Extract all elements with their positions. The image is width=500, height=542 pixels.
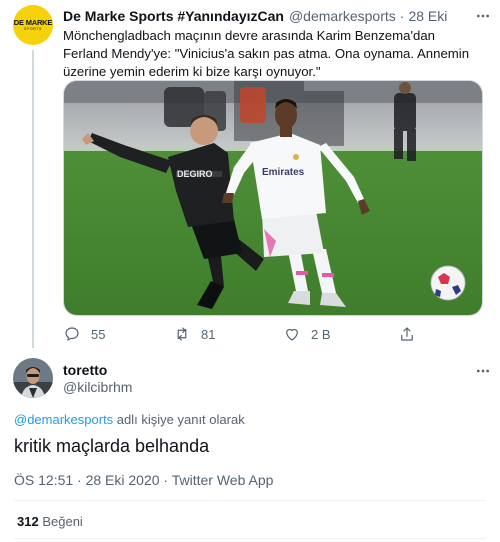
share-button[interactable] bbox=[398, 324, 416, 344]
original-tweet[interactable]: DE MARKE SPORTS De Marke Sports #Yanında… bbox=[0, 0, 500, 352]
like-total: 312 bbox=[17, 514, 39, 529]
avatar[interactable] bbox=[13, 358, 53, 398]
retweet-count: 81 bbox=[201, 326, 216, 342]
more-icon[interactable] bbox=[474, 362, 492, 380]
share-icon bbox=[401, 327, 413, 341]
like-button[interactable]: 2 B bbox=[283, 324, 331, 344]
more-icon[interactable] bbox=[474, 7, 492, 25]
like-count: 2 B bbox=[311, 326, 331, 342]
tweet-header: De Marke Sports #YanındayızCan @demarkes… bbox=[63, 7, 470, 25]
separator: · bbox=[399, 8, 405, 24]
reply-count: 55 bbox=[91, 326, 106, 342]
reply-button[interactable]: 55 bbox=[63, 324, 105, 344]
jersey-sponsor-opponent: DEGIRO bbox=[177, 169, 213, 179]
avatar[interactable]: DE MARKE SPORTS bbox=[13, 5, 53, 45]
timestamp[interactable]: 28 Eki bbox=[408, 8, 447, 24]
display-name[interactable]: toretto bbox=[63, 362, 107, 378]
retweet-icon bbox=[177, 327, 187, 341]
replying-to: @demarkesports adlı kişiye yanıt olarak bbox=[14, 412, 245, 427]
avatar-logo-text: DE MARKE bbox=[13, 17, 53, 27]
football-icon bbox=[430, 265, 466, 301]
avatar-logo-subtext: SPORTS bbox=[24, 26, 42, 31]
replying-to-link[interactable]: @demarkesports bbox=[14, 412, 113, 427]
thread-line bbox=[32, 50, 34, 348]
like-icon bbox=[286, 328, 298, 341]
like-label: Beğeni bbox=[42, 514, 83, 529]
divider bbox=[14, 500, 486, 501]
display-name[interactable]: De Marke Sports #YanındayızCan bbox=[63, 8, 284, 24]
reply-text: kritik maçlarda belhanda bbox=[14, 436, 210, 456]
divider bbox=[14, 538, 486, 539]
tweet-text: Mönchengladbach maçının devre arasında K… bbox=[63, 28, 470, 79]
likes-summary[interactable]: 312 Beğeni bbox=[17, 514, 83, 529]
jersey-sponsor: Emirates bbox=[262, 167, 305, 178]
tweet-photo[interactable]: DEGIRO Emirates bbox=[63, 80, 483, 316]
tweet-actions: 55 81 2 B bbox=[63, 324, 483, 344]
retweet-button[interactable]: 81 bbox=[173, 324, 215, 344]
user-handle[interactable]: @kilcibrhm bbox=[63, 379, 132, 395]
user-handle[interactable]: @demarkesports bbox=[289, 8, 396, 24]
replying-to-label: adlı kişiye yanıt olarak bbox=[113, 412, 245, 427]
reply-icon bbox=[65, 327, 79, 341]
tweet-meta[interactable]: ÖS 12:51 · 28 Eki 2020 · Twitter Web App bbox=[14, 472, 273, 488]
